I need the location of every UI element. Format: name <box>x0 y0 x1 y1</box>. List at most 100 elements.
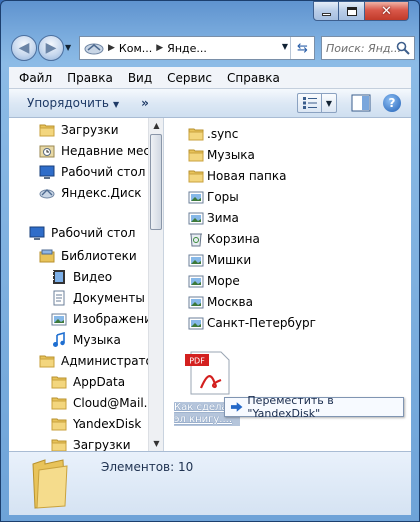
address-segment-computer[interactable]: ▶ Ком... <box>104 42 152 55</box>
address-bar[interactable]: ▶ Ком... ▶ Янде... ▼ ⇆ <box>79 36 315 60</box>
file-item[interactable]: .sync <box>188 124 238 144</box>
nav-item-label: AppData <box>73 375 126 389</box>
navigation-scrollbar[interactable]: ▲ ▼ <box>148 118 163 451</box>
image-folder-icon <box>188 273 204 289</box>
breadcrumb-separator-icon: ▶ <box>156 43 164 53</box>
image-folder-icon <box>188 210 204 226</box>
file-item-label: Мишки <box>207 253 252 267</box>
folder-icon <box>188 126 204 142</box>
refresh-button[interactable]: ⇆ <box>290 37 314 59</box>
documents-library-icon <box>51 290 67 306</box>
file-item[interactable]: Москва <box>188 292 253 312</box>
help-button[interactable]: ? <box>383 94 401 112</box>
nav-item[interactable]: AppData <box>51 372 125 392</box>
nav-item-label: Администратор <box>61 354 161 368</box>
nav-item[interactable]: Библиотеки <box>39 246 137 266</box>
search-icon <box>396 41 410 55</box>
address-history-dropdown[interactable]: ▼ <box>282 42 288 51</box>
nav-item-label: Яндекс.Диск <box>61 186 142 200</box>
close-button[interactable]: ✕ <box>365 1 409 21</box>
nav-item-label: Музыка <box>73 333 121 347</box>
nav-item-label: Рабочий стол <box>51 226 136 240</box>
maximize-button[interactable] <box>339 1 365 21</box>
nav-item-label: Изображения <box>73 312 160 326</box>
forward-button[interactable]: ▶ <box>38 35 64 61</box>
file-item[interactable]: Новая папка <box>188 166 286 186</box>
change-view-button[interactable]: ▼ <box>297 93 337 113</box>
maximize-icon <box>346 6 357 16</box>
downloads-folder-icon <box>39 122 55 138</box>
scrollbar-thumb[interactable] <box>150 134 162 230</box>
nav-item-label: Загрузки <box>73 438 131 451</box>
video-library-icon <box>51 269 67 285</box>
nav-item[interactable]: Рабочий стол <box>29 223 135 243</box>
yandex-disk-icon <box>39 185 55 201</box>
nav-item[interactable]: YandexDisk <box>51 414 141 434</box>
nav-item[interactable]: Администратор <box>39 351 161 371</box>
user-folder-icon <box>39 353 55 369</box>
scroll-up-icon[interactable]: ▲ <box>149 118 163 133</box>
more-commands-button[interactable]: » <box>141 96 149 110</box>
nav-item[interactable]: Видео <box>51 267 112 287</box>
preview-pane-icon[interactable] <box>351 94 371 112</box>
file-item-label: Москва <box>207 295 253 309</box>
pictures-library-icon <box>51 311 67 327</box>
window-controls: ✕ <box>313 1 409 21</box>
folder-icon <box>188 168 204 184</box>
search-input[interactable]: Поиск: Янд... <box>321 36 415 60</box>
nav-item[interactable]: Cloud@Mail.Ru <box>51 393 163 413</box>
breadcrumb-separator-icon: ▶ <box>108 43 115 53</box>
file-item[interactable]: Зима <box>188 208 239 228</box>
minimize-button[interactable] <box>313 1 339 21</box>
desktop-icon <box>39 164 55 180</box>
folder-icon <box>51 395 67 411</box>
file-item-label: Музыка <box>207 148 255 162</box>
address-segment-yandex[interactable]: ▶ Янде... <box>152 42 207 55</box>
image-folder-icon <box>188 294 204 310</box>
file-item[interactable]: Санкт-Петербург <box>188 313 316 333</box>
item-count: Элементов: 10 <box>101 460 194 474</box>
nav-item[interactable]: Загрузки <box>51 435 131 451</box>
file-item[interactable]: Корзина <box>188 229 260 249</box>
image-folder-icon <box>188 189 204 205</box>
folder-icon <box>188 147 204 163</box>
menu-file[interactable]: Файл <box>19 71 52 85</box>
nav-item[interactable]: Музыка <box>51 330 121 350</box>
file-item-label: Санкт-Петербург <box>207 316 316 330</box>
command-bar: Упорядочить ▼ » ▼ ? <box>9 89 411 118</box>
help-icon: ? <box>388 96 396 110</box>
nav-item-label: Видео <box>73 270 113 284</box>
nav-item[interactable]: Яндекс.Диск <box>39 183 142 203</box>
menu-edit[interactable]: Правка <box>67 71 113 85</box>
recycle-bin-icon <box>188 231 204 247</box>
file-item[interactable]: Музыка <box>188 145 255 165</box>
scroll-down-icon[interactable]: ▼ <box>149 436 163 451</box>
nav-item-label: Загрузки <box>61 123 119 137</box>
recent-pages-dropdown[interactable]: ▼ <box>65 43 71 52</box>
svg-text:PDF: PDF <box>189 357 205 366</box>
menu-tools[interactable]: Сервис <box>167 71 212 85</box>
nav-item[interactable]: Документы <box>51 288 145 308</box>
menu-view[interactable]: Вид <box>128 71 152 85</box>
nav-item[interactable]: Недавние места <box>39 141 163 161</box>
nav-item[interactable]: Изображения <box>51 309 159 329</box>
nav-item[interactable]: Загрузки <box>39 120 119 140</box>
menu-help[interactable]: Справка <box>227 71 280 85</box>
nav-item-label: Библиотеки <box>61 249 137 263</box>
move-arrow-icon <box>230 402 243 412</box>
back-button[interactable]: ◀ <box>11 35 37 61</box>
folder-icon <box>51 416 67 432</box>
organize-button[interactable]: Упорядочить ▼ <box>27 96 119 110</box>
pdf-file-icon[interactable]: PDF <box>185 350 235 396</box>
nav-item-label: YandexDisk <box>73 417 142 431</box>
file-item[interactable]: Горы <box>188 187 239 207</box>
close-icon: ✕ <box>381 3 392 19</box>
file-item[interactable]: Море <box>188 271 240 291</box>
view-options-icon <box>298 94 322 112</box>
details-pane: Элементов: 10 <box>9 451 411 515</box>
refresh-icon: ⇆ <box>297 40 308 56</box>
menu-bar: Файл Правка Вид Сервис Справка <box>9 67 411 89</box>
file-item[interactable]: Мишки <box>188 250 251 270</box>
nav-item-label: Документы <box>73 291 145 305</box>
nav-item[interactable]: Рабочий стол <box>39 162 145 182</box>
